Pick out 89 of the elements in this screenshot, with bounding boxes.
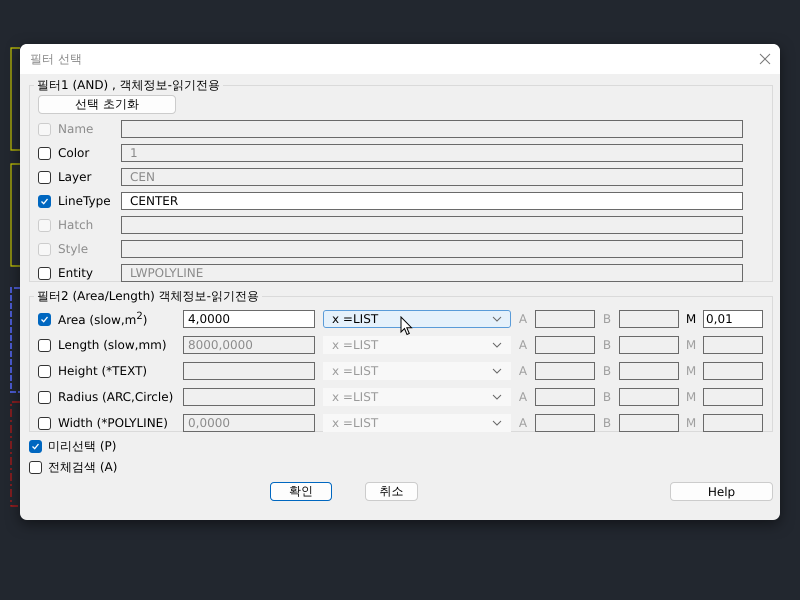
chevron-down-icon — [492, 316, 502, 322]
checkbox[interactable] — [38, 312, 51, 326]
param-label: M — [684, 364, 698, 378]
param-label: A — [518, 312, 528, 326]
checkbox[interactable] — [29, 440, 42, 453]
param-label: M — [684, 338, 698, 352]
text-field[interactable] — [703, 388, 763, 406]
param-label: A — [518, 390, 528, 404]
dialog-button[interactable]: Help — [670, 482, 773, 501]
param-label: B — [602, 338, 612, 352]
filter-label: Length (slow,mm) — [58, 338, 167, 352]
checkbox[interactable] — [38, 170, 51, 184]
text-field[interactable]: 1 — [121, 144, 743, 162]
chevron-down-icon — [492, 420, 502, 426]
param-label: M — [684, 312, 698, 326]
pointer-icon — [400, 316, 413, 336]
text-field[interactable] — [535, 310, 595, 328]
param-label: B — [602, 364, 612, 378]
text-field[interactable]: 4,0000 — [183, 310, 315, 328]
param-label: M — [684, 390, 698, 404]
filter-label: Layer — [58, 170, 92, 184]
filter-label: Name — [58, 122, 94, 136]
text-field[interactable] — [121, 120, 743, 138]
check-icon — [31, 442, 40, 451]
filter-label: Radius (ARC,Circle) — [58, 390, 174, 404]
text-field[interactable] — [703, 414, 763, 432]
text-field[interactable]: LWPOLYLINE — [121, 264, 743, 282]
checkbox[interactable] — [38, 194, 51, 208]
dropdown[interactable]: x =LIST — [323, 336, 511, 354]
text-field[interactable] — [619, 336, 679, 354]
filter-label: Style — [58, 242, 88, 256]
group-legend: 필터1 (AND) , 객체정보-읽기전용 — [34, 77, 224, 94]
filter-label: Area (slow,m$^{2}$) — [58, 311, 148, 327]
dialog-button[interactable]: 확인 — [270, 482, 332, 501]
param-label: B — [602, 416, 612, 430]
filter-label: Height (*TEXT) — [58, 364, 148, 378]
dropdown[interactable]: x =LIST — [323, 310, 511, 328]
text-field[interactable] — [535, 362, 595, 380]
option-label: 미리선택 (P) — [48, 438, 116, 455]
checkbox[interactable] — [38, 338, 51, 352]
text-field[interactable] — [703, 362, 763, 380]
param-label: M — [684, 416, 698, 430]
text-field[interactable] — [703, 336, 763, 354]
text-field[interactable] — [619, 310, 679, 328]
param-label: A — [518, 338, 528, 352]
param-label: B — [602, 312, 612, 326]
close-icon[interactable] — [759, 53, 771, 65]
checkbox[interactable] — [38, 146, 51, 160]
option-label: 전체검색 (A) — [48, 459, 118, 476]
check-icon — [40, 314, 49, 324]
param-label: B — [602, 390, 612, 404]
chevron-down-icon — [492, 394, 502, 400]
dropdown[interactable]: x =LIST — [323, 362, 511, 380]
filter-label: LineType — [58, 194, 111, 208]
check-icon — [40, 196, 49, 206]
text-field[interactable] — [619, 362, 679, 380]
text-field[interactable] — [619, 414, 679, 432]
checkbox[interactable] — [29, 461, 42, 474]
text-field[interactable] — [121, 240, 743, 258]
filter-label: Entity — [58, 266, 94, 280]
dropdown[interactable]: x =LIST — [323, 388, 511, 406]
text-field[interactable] — [619, 388, 679, 406]
text-field[interactable]: CEN — [121, 168, 743, 186]
text-field[interactable] — [183, 362, 315, 380]
param-label: A — [518, 416, 528, 430]
text-field[interactable]: 0,01 — [703, 310, 763, 328]
dropdown[interactable]: x =LIST — [323, 414, 511, 432]
checkbox[interactable] — [38, 364, 51, 378]
text-field[interactable]: 0,0000 — [183, 414, 315, 432]
checkbox[interactable] — [38, 266, 51, 280]
text-field[interactable]: 8000,0000 — [183, 336, 315, 354]
text-field[interactable] — [535, 414, 595, 432]
filter-label: Color — [58, 146, 90, 160]
checkbox[interactable] — [38, 390, 51, 404]
text-field[interactable] — [183, 388, 315, 406]
text-field[interactable] — [535, 336, 595, 354]
group-legend: 필터2 (Area/Length) 객체정보-읽기전용 — [34, 288, 262, 305]
reset-button[interactable]: 선택 초기화 — [38, 95, 176, 114]
text-field[interactable]: CENTER — [121, 192, 743, 210]
param-label: A — [518, 364, 528, 378]
chevron-down-icon — [492, 342, 502, 348]
text-field[interactable] — [535, 388, 595, 406]
filter-label: Width (*POLYLINE) — [58, 416, 168, 430]
window-title: 필터 선택 — [30, 50, 82, 68]
chevron-down-icon — [492, 368, 502, 374]
dialog-button[interactable]: 취소 — [365, 482, 418, 501]
checkbox[interactable] — [38, 416, 51, 430]
filter-label: Hatch — [58, 218, 94, 232]
text-field[interactable] — [121, 216, 743, 234]
